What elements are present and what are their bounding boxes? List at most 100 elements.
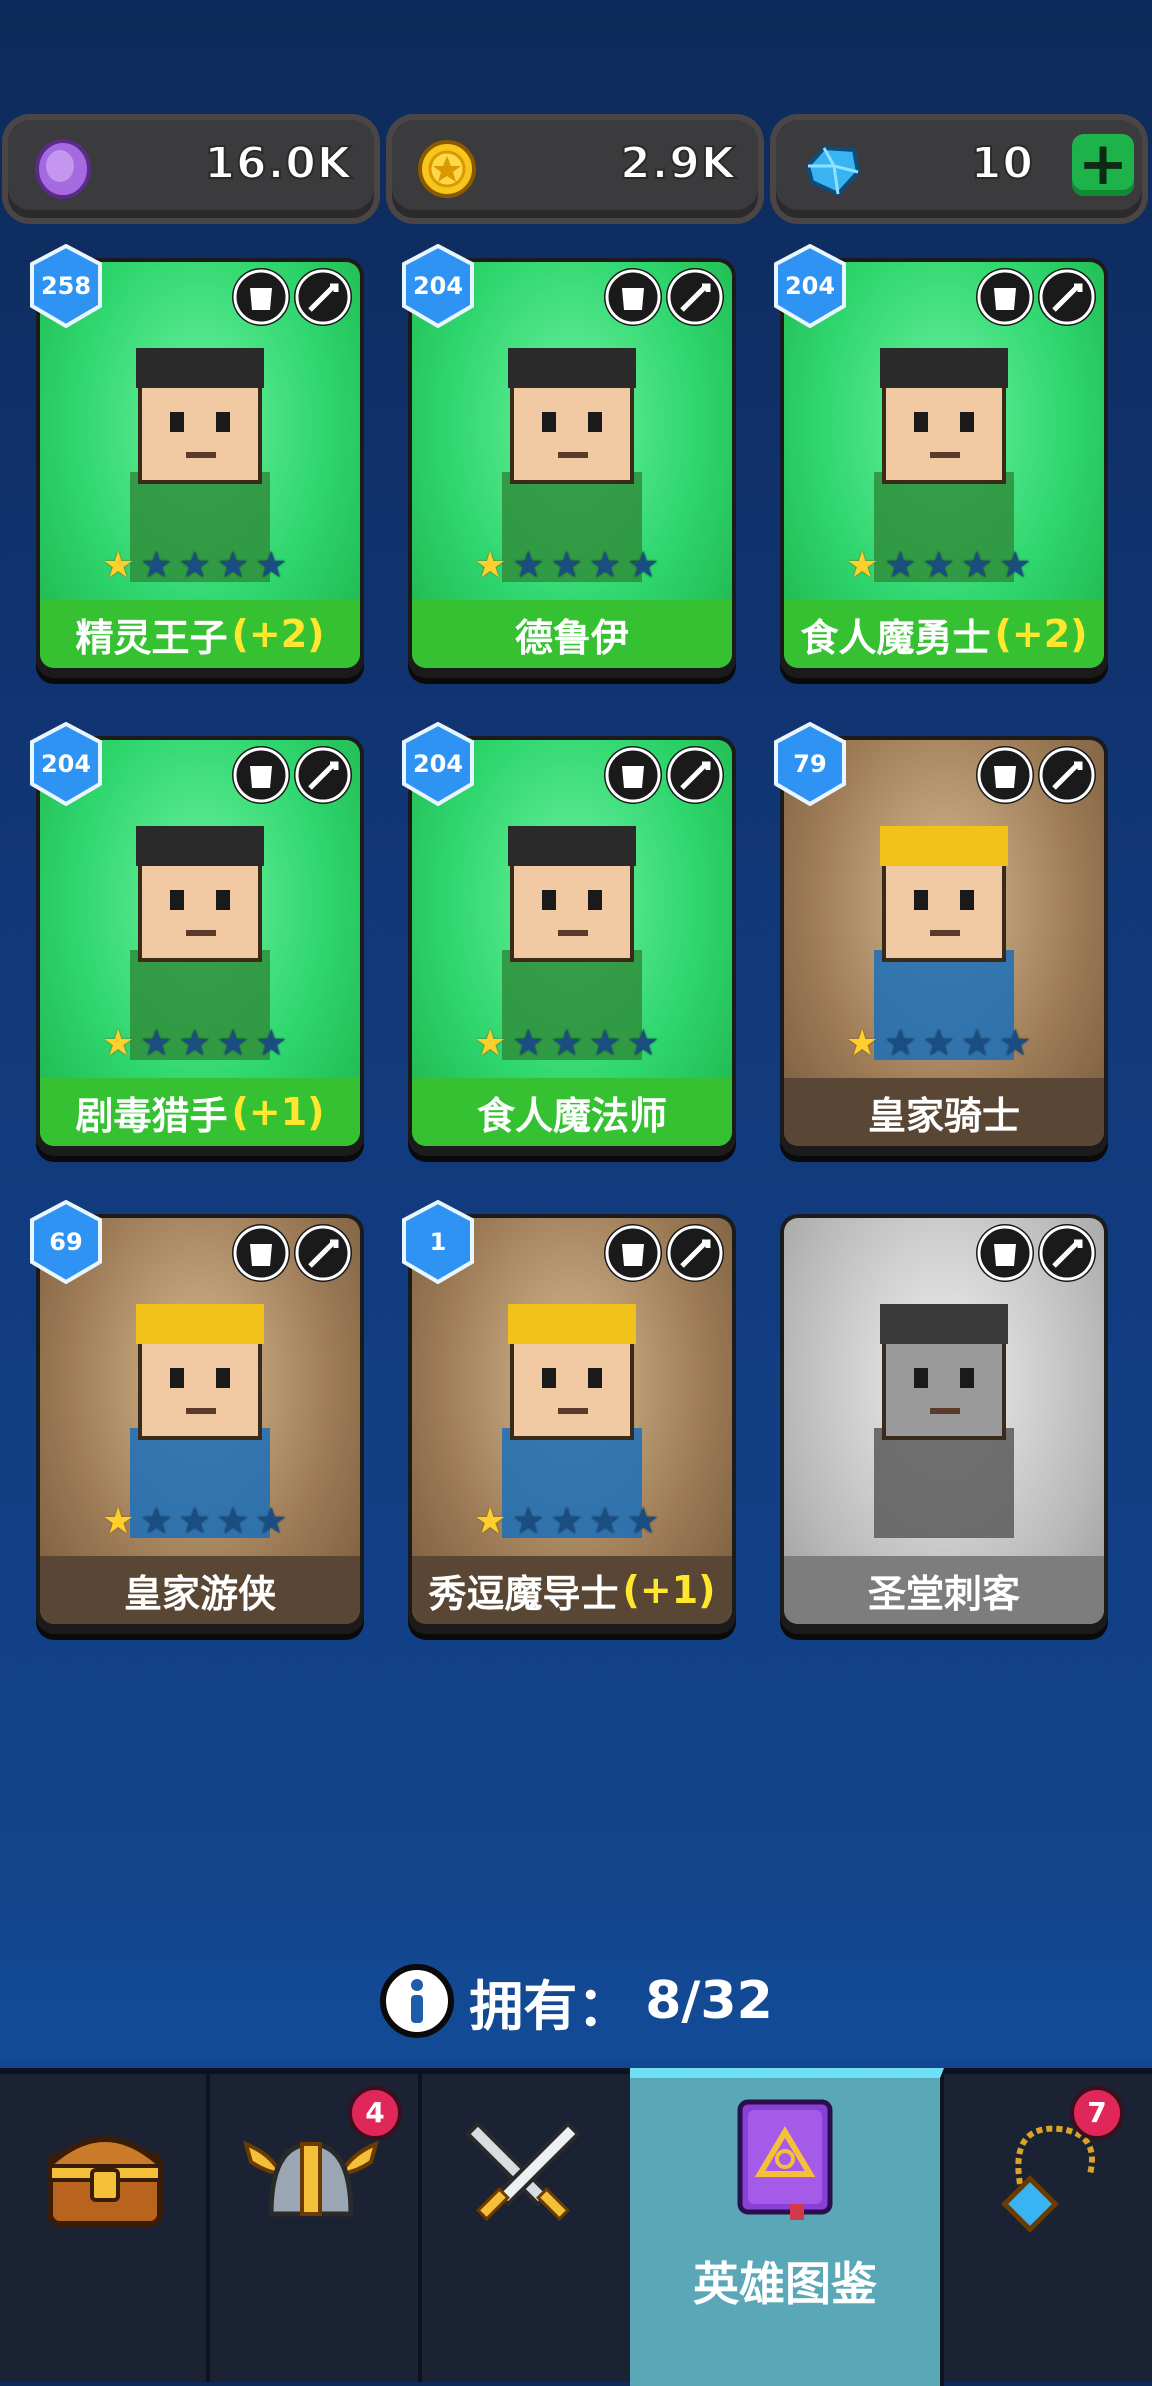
star-icon: ★ — [140, 1501, 173, 1542]
nav-chest[interactable] — [0, 2074, 210, 2382]
hero-name-text: 皇家游侠 — [123, 1571, 276, 1616]
nav-hero-codex-label: 英雄图鉴 — [693, 2257, 877, 2311]
class-trait-icon — [666, 1224, 724, 1282]
star-icon: ★ — [474, 1501, 507, 1542]
hero-portrait — [502, 826, 642, 1060]
purple-coin-icon — [35, 139, 91, 199]
nav-battle[interactable] — [418, 2074, 634, 2382]
gold-currency: 2.9K — [392, 120, 758, 218]
gold-coin-icon — [418, 140, 476, 198]
star-icon: ★ — [102, 545, 135, 586]
chest-icon — [47, 2136, 163, 2227]
star-icon: ★ — [102, 1501, 135, 1542]
gold-coin-value: 2.9K — [619, 137, 736, 190]
star-icon: ★ — [846, 1023, 879, 1064]
star-icon: ★ — [550, 545, 583, 586]
hero-level-text: 204 — [412, 750, 464, 778]
star-icon: ★ — [512, 1023, 545, 1064]
hero-portrait — [874, 1304, 1014, 1538]
star-icon: ★ — [627, 1501, 660, 1542]
add-gems-button[interactable]: + — [1072, 134, 1134, 196]
crossed-swords-icon — [465, 2121, 581, 2221]
star-icon: ★ — [922, 545, 955, 586]
hero-card[interactable]: 食人魔勇士 (+2) ★ ★ ★ ★ ★ 204 — [774, 244, 1108, 678]
hero-level-text: 204 — [784, 272, 836, 300]
hero-card[interactable]: 食人魔法师 ★ ★ ★ ★ ★ 204 — [402, 722, 736, 1156]
star-icon: ★ — [178, 545, 211, 586]
nav-hero-codex[interactable]: 英雄图鉴 — [630, 2068, 944, 2386]
hero-level-text: 204 — [40, 750, 92, 778]
hero-card[interactable]: 圣堂刺客 — [780, 1214, 1108, 1634]
hero-level-badge: 79 — [772, 722, 848, 806]
race-trait-icon — [976, 746, 1034, 804]
hero-level-text: 258 — [40, 272, 92, 300]
hero-level-badge: 204 — [772, 244, 848, 328]
hero-card-art: 圣堂刺客 — [784, 1218, 1104, 1624]
race-trait-icon — [604, 1224, 662, 1282]
info-icon[interactable] — [379, 1963, 455, 2039]
hero-card[interactable]: 秀逗魔导士 (+1) ★ ★ ★ ★ ★ 1 — [402, 1200, 736, 1634]
hero-level-badge: 69 — [28, 1200, 104, 1284]
hero-stars: ★ ★ ★ ★ ★ — [474, 545, 659, 586]
star-icon: ★ — [550, 1501, 583, 1542]
class-trait-icon — [294, 746, 352, 804]
hero-portrait — [874, 826, 1014, 1060]
owned-counter: 拥有： 8/32 — [0, 1956, 1152, 2046]
race-trait-icon — [976, 1224, 1034, 1282]
heroes-badge: 4 — [348, 2086, 402, 2140]
hero-level-text: 204 — [412, 272, 464, 300]
hero-stars: ★ ★ ★ ★ ★ — [474, 1023, 659, 1064]
hero-card[interactable]: 剧毒猎手 (+1) ★ ★ ★ ★ ★ 204 — [30, 722, 364, 1156]
star-icon: ★ — [999, 1023, 1032, 1064]
hero-stars: ★ ★ ★ ★ ★ — [474, 1501, 659, 1542]
star-icon: ★ — [922, 1023, 955, 1064]
gem-icon — [805, 145, 861, 197]
hero-name-text: 精灵王子 — [75, 615, 228, 660]
hero-portrait — [130, 1304, 270, 1538]
hero-portrait — [502, 348, 642, 582]
hero-level-text: 69 — [49, 1228, 83, 1256]
hero-card[interactable]: 精灵王子 (+2) ★ ★ ★ ★ ★ 258 — [30, 244, 364, 678]
hero-name: 剧毒猎手 (+1) — [40, 1078, 360, 1146]
nav-amulet[interactable]: 7 — [940, 2074, 1152, 2382]
race-trait-icon — [232, 1224, 290, 1282]
hero-name-text: 德鲁伊 — [514, 615, 629, 660]
star-icon: ★ — [178, 1501, 211, 1542]
hero-bonus: (+1) — [231, 1090, 325, 1134]
hero-name: 食人魔法师 — [412, 1078, 732, 1146]
hero-card[interactable]: 德鲁伊 ★ ★ ★ ★ ★ 204 — [402, 244, 736, 678]
star-icon: ★ — [627, 1023, 660, 1064]
star-icon: ★ — [216, 545, 250, 586]
owned-label: 拥有： — [469, 1974, 632, 2038]
star-icon: ★ — [884, 1023, 917, 1064]
nav-heroes[interactable]: 4 — [206, 2074, 422, 2382]
class-trait-icon — [666, 746, 724, 804]
hero-name-text: 秀逗魔导士 — [428, 1571, 619, 1616]
race-trait-icon — [604, 746, 662, 804]
owned-count: 8/32 — [645, 1971, 773, 2031]
star-icon: ★ — [960, 545, 994, 586]
hero-card[interactable]: 皇家骑士 ★ ★ ★ ★ ★ 79 — [774, 722, 1108, 1156]
hero-name: 食人魔勇士 (+2) — [784, 600, 1104, 668]
hero-name-text: 剧毒猎手 — [75, 1093, 228, 1138]
star-icon: ★ — [216, 1501, 250, 1542]
class-trait-icon — [1038, 1224, 1096, 1282]
purple-coin-value: 16.0K — [203, 137, 352, 190]
hero-card[interactable]: 皇家游侠 ★ ★ ★ ★ ★ 69 — [30, 1200, 364, 1634]
hero-name: 圣堂刺客 — [784, 1556, 1104, 1624]
star-icon: ★ — [884, 545, 917, 586]
hero-stars: ★ ★ ★ ★ ★ — [102, 1023, 287, 1064]
race-trait-icon — [232, 746, 290, 804]
star-icon: ★ — [512, 545, 545, 586]
star-icon: ★ — [178, 1023, 211, 1064]
star-icon: ★ — [999, 545, 1032, 586]
hero-level-badge: 204 — [400, 722, 476, 806]
race-trait-icon — [976, 268, 1034, 326]
star-icon: ★ — [588, 1023, 622, 1064]
star-icon: ★ — [140, 545, 173, 586]
star-icon: ★ — [255, 1501, 288, 1542]
hero-name-text: 皇家骑士 — [867, 1093, 1020, 1138]
codex-book-icon — [737, 2099, 833, 2220]
star-icon: ★ — [512, 1501, 545, 1542]
bottom-nav: 4 英雄图鉴 7 — [0, 2068, 1152, 2386]
